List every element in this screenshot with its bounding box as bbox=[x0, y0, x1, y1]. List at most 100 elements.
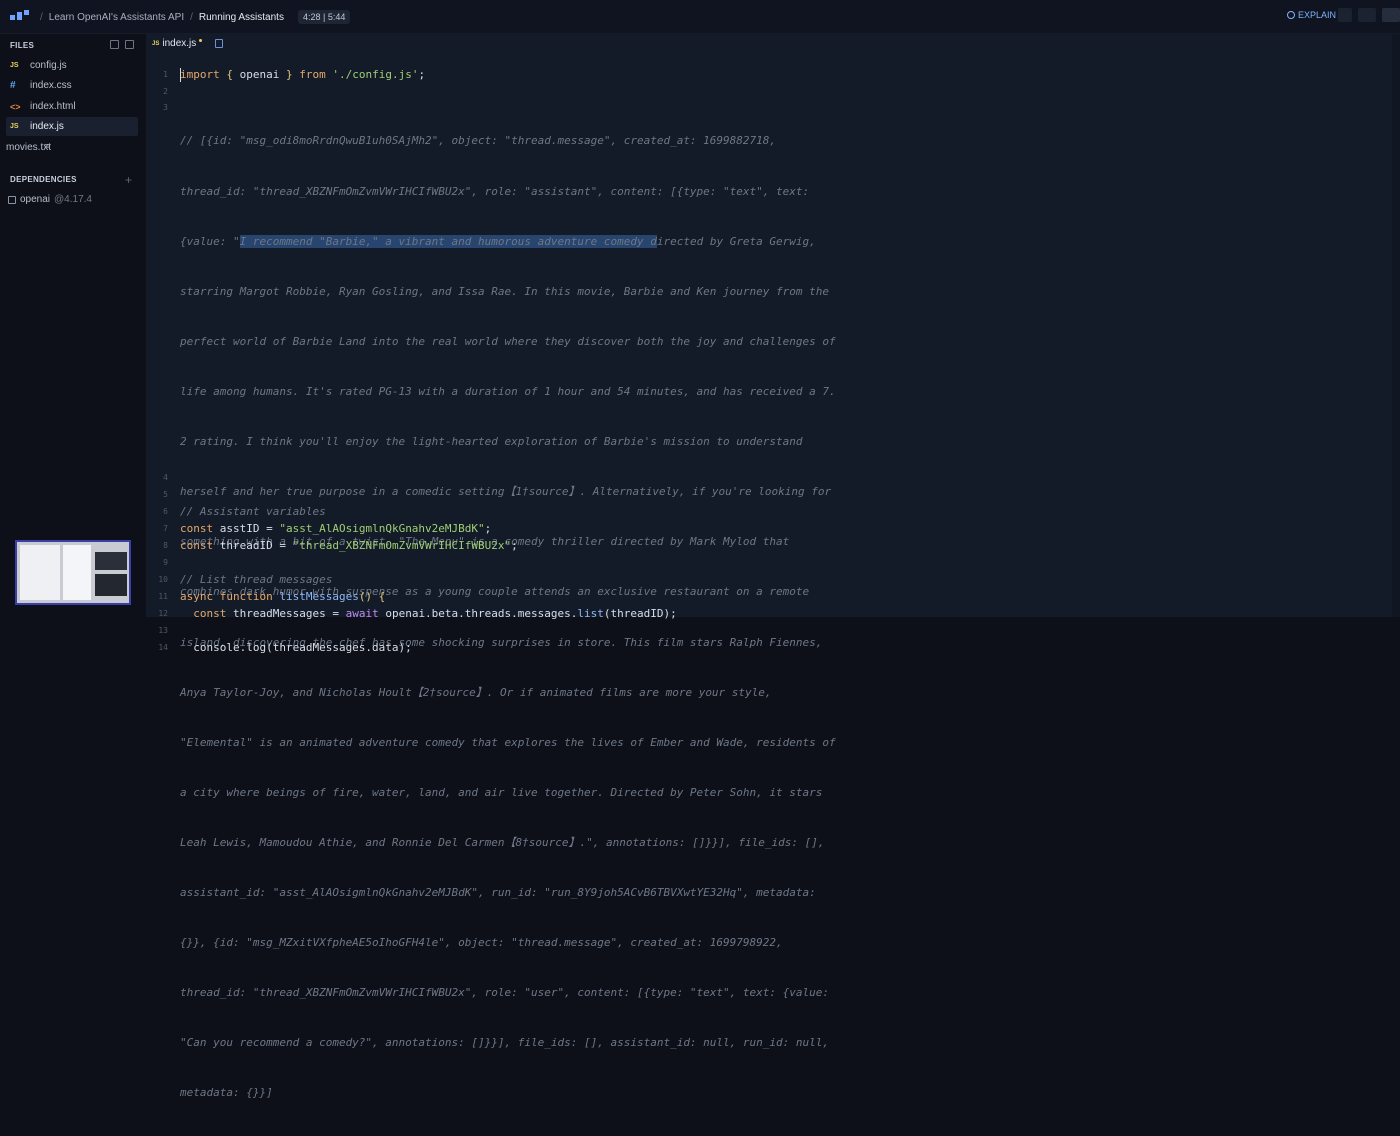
punctuation: { bbox=[372, 590, 386, 603]
code-line: 3 // [{id: "msg_odi8moRrdnQwuB1uh0SAjMh2… bbox=[146, 100, 835, 1099]
comment-line: thread_id: "thread_XBZNFmOmZvmVWrIHCIfWB… bbox=[180, 184, 810, 198]
line-number: 6 bbox=[163, 507, 168, 516]
file-actions bbox=[110, 40, 134, 49]
breadcrumb-separator: / bbox=[40, 11, 43, 23]
comment-line: // [{id: "msg_odi8moRrdnQwuB1uh0SAjMh2",… bbox=[180, 134, 777, 148]
breadcrumb-course[interactable]: Learn OpenAI's Assistants API bbox=[49, 12, 184, 23]
comment-line: herself and her true purpose in a comedi… bbox=[180, 485, 832, 499]
files-heading: FILES bbox=[10, 41, 35, 50]
comment-text: {value: " bbox=[180, 234, 240, 248]
punctuation: } bbox=[279, 68, 300, 81]
comment-line: Leah Lewis, Mamoudou Athie, and Ronnie D… bbox=[180, 835, 825, 849]
code-line: 13 bbox=[146, 623, 186, 640]
line-number: 10 bbox=[158, 575, 168, 584]
js-file-icon: JS bbox=[10, 123, 19, 130]
punctuation: ; bbox=[511, 539, 518, 552]
comment-line: thread_id: "thread_XBZNFmOmZvmVWrIHCIfWB… bbox=[180, 986, 830, 1000]
function-name: listMessages bbox=[272, 590, 359, 603]
tab-label: index.js bbox=[162, 38, 197, 49]
file-name: index.html bbox=[30, 101, 76, 112]
scrimba-logo-icon[interactable] bbox=[10, 10, 30, 22]
code-line: 7 const asstID = "asst_AlAOsigmlnQkGnahv… bbox=[146, 521, 491, 538]
file-item-movies-txt[interactable]: ≡ movies.txt bbox=[6, 138, 138, 157]
code-text: async function listMessages() { bbox=[180, 589, 385, 606]
line-number: 3 bbox=[163, 103, 168, 112]
layout-split-icon[interactable] bbox=[1338, 8, 1352, 22]
thumbnail-pane bbox=[95, 574, 127, 596]
code-line: 5 bbox=[146, 487, 186, 504]
string: './config.js' bbox=[325, 68, 419, 81]
add-dependency-icon[interactable]: + bbox=[125, 173, 132, 187]
explain-icon bbox=[1287, 11, 1295, 19]
file-item-index-css[interactable]: # index.css bbox=[6, 76, 138, 95]
code-line: 11 async function listMessages() { bbox=[146, 589, 385, 606]
js-file-icon: JS bbox=[10, 62, 19, 69]
code-line: 14 console.log(threadMessages.data); bbox=[146, 640, 411, 657]
new-file-icon[interactable] bbox=[215, 39, 224, 48]
keyword: from bbox=[299, 68, 326, 81]
code-line: 12 const threadMessages = await openai.b… bbox=[146, 606, 676, 623]
code-text: import { openai } from './config.js'; bbox=[180, 67, 425, 84]
editor-tab-bar: JS index.js bbox=[146, 34, 1392, 56]
layout-editor-icon[interactable] bbox=[1358, 8, 1376, 22]
code-text: const threadID = "thread_XBZNFmOmZvmVWrI… bbox=[180, 538, 518, 555]
identifier: asstID = bbox=[213, 522, 280, 535]
html-file-icon: <> bbox=[10, 101, 21, 112]
tab-index-js[interactable]: JS index.js bbox=[152, 38, 224, 49]
identifier: threadID = bbox=[213, 539, 293, 552]
function-name: list bbox=[577, 607, 604, 620]
breadcrumb-separator: / bbox=[190, 11, 193, 23]
keyword: await bbox=[345, 607, 379, 620]
punctuation: () bbox=[358, 590, 373, 603]
dependency-item-openai[interactable]: openai @4.17.4 bbox=[8, 194, 92, 205]
instructor-video-thumbnail[interactable] bbox=[15, 540, 131, 605]
string: "thread_XBZNFmOmZvmVWrIHCIfWBU2x" bbox=[292, 539, 512, 552]
file-name: index.css bbox=[30, 80, 72, 91]
line-number: 5 bbox=[163, 490, 168, 499]
current-time: 4:28 bbox=[302, 12, 321, 22]
editor-scrollbar[interactable] bbox=[1392, 34, 1400, 617]
file-name: config.js bbox=[30, 60, 67, 71]
thumbnail-pane bbox=[20, 545, 60, 600]
code-line: 2 bbox=[146, 84, 186, 101]
comment-line: Anya Taylor-Joy, and Nicholas Hoult【2†so… bbox=[180, 685, 772, 699]
layout-preview-icon[interactable] bbox=[1382, 8, 1400, 22]
file-name: index.js bbox=[30, 121, 64, 132]
code-line: 6 // Assistant variables bbox=[146, 504, 326, 521]
file-item-index-html[interactable]: <> index.html bbox=[6, 97, 138, 116]
comment-line: "Can you recommend a comedy?", annotatio… bbox=[180, 1036, 830, 1050]
line-number: 2 bbox=[163, 87, 168, 96]
file-item-index-js[interactable]: JS index.js bbox=[6, 117, 138, 136]
time-badge: 4:28 | 5:44 bbox=[297, 10, 351, 24]
comment-line: 2 rating. I think you'll enjoy the light… bbox=[180, 435, 803, 449]
total-duration: 5:44 bbox=[327, 12, 346, 22]
comment-text: // List thread messages bbox=[180, 573, 333, 586]
new-folder-icon[interactable] bbox=[125, 40, 134, 49]
code-line: 4 bbox=[146, 470, 186, 487]
text-selection: I recommend "Barbie," a vibrant and humo… bbox=[239, 234, 657, 248]
keyword: async function bbox=[180, 590, 273, 603]
breadcrumb: / Learn OpenAI's Assistants API / Runnin… bbox=[40, 10, 351, 24]
string: "asst_AlAOsigmlnQkGnahv2eMJBdK" bbox=[279, 522, 485, 535]
code-line: 1 import { openai } from './config.js'; bbox=[146, 67, 425, 84]
code-line: 8 const threadID = "thread_XBZNFmOmZvmVW… bbox=[146, 538, 518, 555]
explain-button[interactable]: EXPLAIN bbox=[1287, 10, 1336, 20]
thumbnail-pane bbox=[63, 545, 91, 600]
breadcrumb-lesson: Running Assistants bbox=[198, 11, 284, 23]
line-number: 14 bbox=[158, 643, 168, 652]
js-file-icon: JS bbox=[152, 40, 160, 47]
line-number: 4 bbox=[163, 473, 168, 482]
comment-line: a city where beings of fire, water, land… bbox=[180, 785, 823, 799]
comment-line: metadata: {}}] bbox=[180, 1086, 273, 1100]
line-number: 11 bbox=[158, 592, 168, 601]
code-line: 10 // List thread messages bbox=[146, 572, 332, 589]
line-number: 1 bbox=[163, 70, 168, 79]
new-file-icon[interactable] bbox=[110, 40, 119, 49]
code-text: const asstID = "asst_AlAOsigmlnQkGnahv2e… bbox=[180, 521, 491, 538]
code-editor[interactable]: JS index.js 1 import { openai } from './… bbox=[146, 34, 1392, 1099]
dependency-version: @4.17.4 bbox=[54, 194, 92, 205]
file-item-config-js[interactable]: JS config.js bbox=[6, 56, 138, 75]
keyword: const bbox=[180, 539, 214, 552]
line-number: 7 bbox=[163, 524, 168, 533]
package-icon bbox=[8, 195, 16, 204]
